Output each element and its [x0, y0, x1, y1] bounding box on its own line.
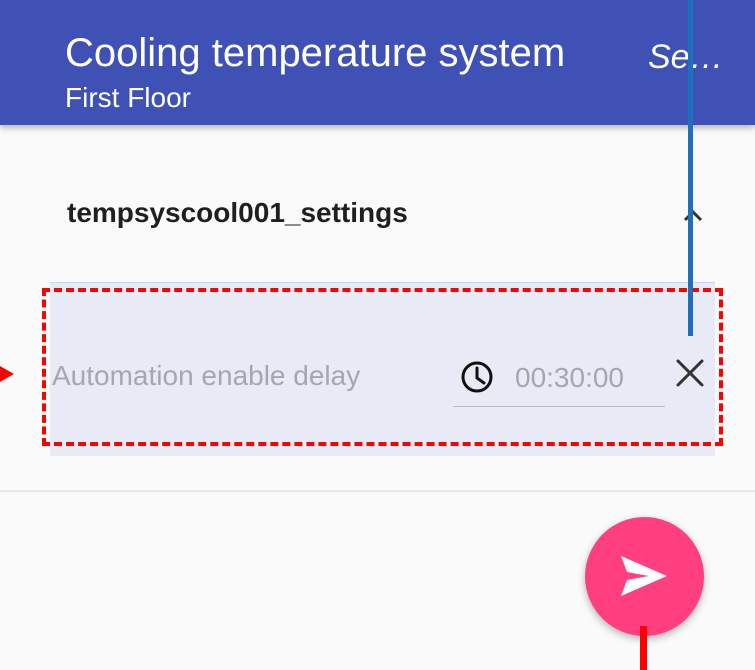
time-input-underline	[453, 406, 665, 407]
annotation-line-red	[640, 626, 647, 670]
header-action[interactable]: Se…	[648, 37, 748, 77]
send-button[interactable]	[585, 517, 704, 636]
annotation-line-blue	[688, 0, 693, 336]
section-divider	[0, 490, 755, 492]
page-title: Cooling temperature system	[65, 31, 566, 75]
arrow-right-icon	[0, 366, 14, 382]
clock-icon	[461, 361, 493, 393]
app-bar: Cooling temperature system First Floor S…	[0, 0, 755, 125]
setting-label: Automation enable delay	[52, 360, 361, 391]
close-icon[interactable]	[670, 353, 710, 393]
chevron-up-icon[interactable]	[676, 198, 710, 232]
send-icon	[621, 556, 667, 596]
delay-value[interactable]: 00:30:00	[515, 360, 624, 396]
page-subtitle: First Floor	[65, 82, 191, 113]
settings-section-title: tempsyscool001_settings	[67, 197, 408, 228]
